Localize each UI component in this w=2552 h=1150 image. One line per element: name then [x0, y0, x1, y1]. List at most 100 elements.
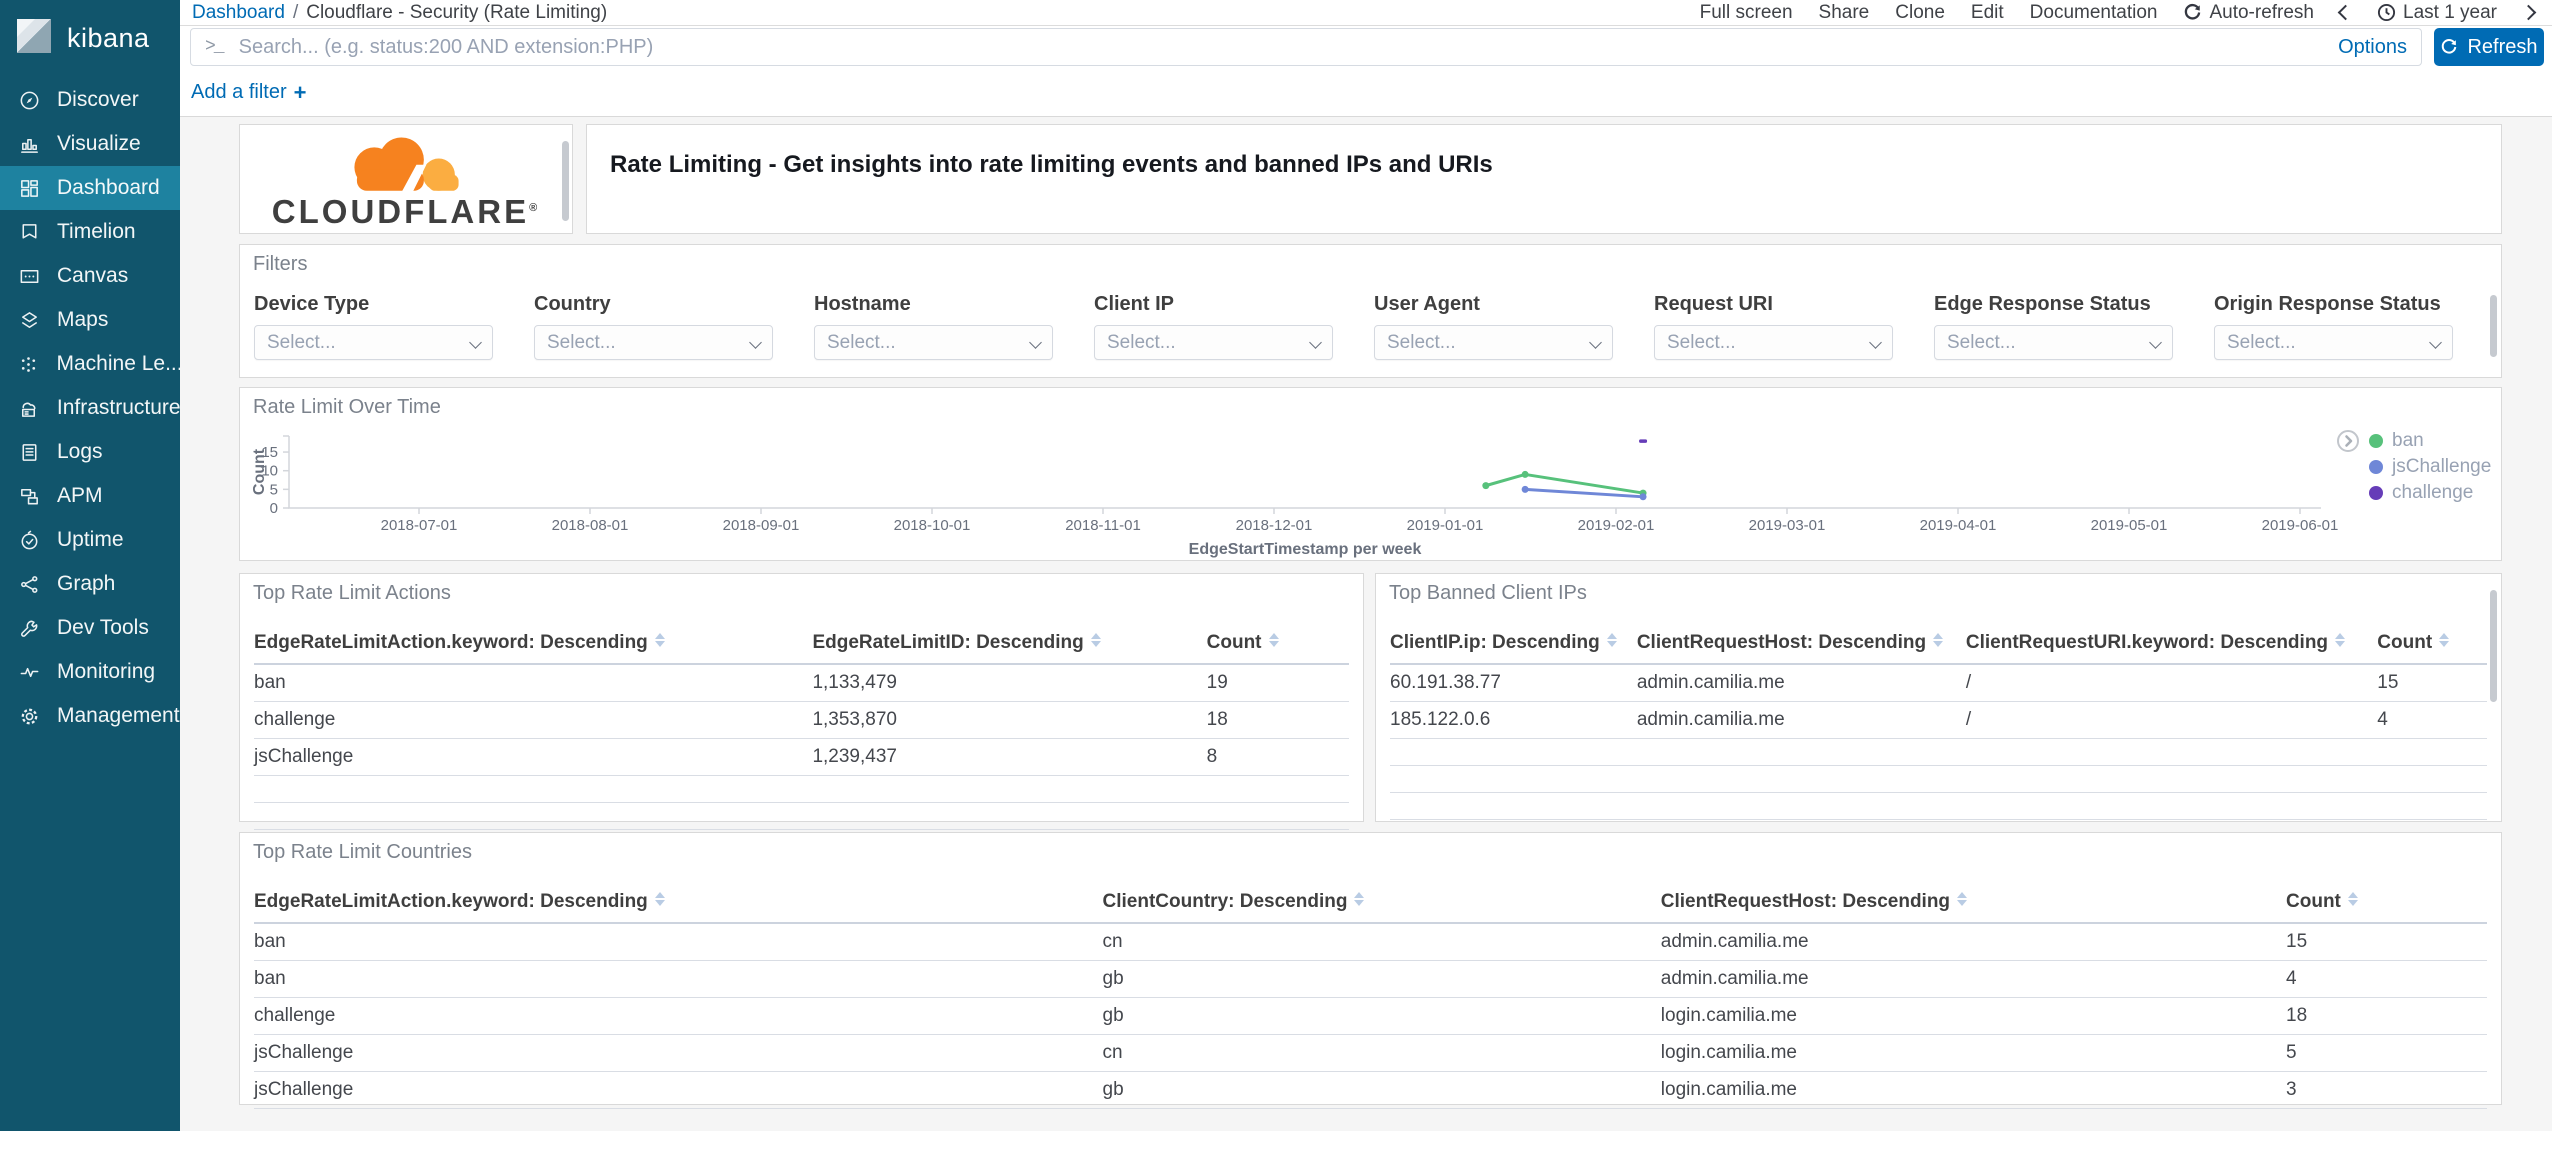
canvas-icon	[17, 264, 41, 288]
full-screen-menu-item[interactable]: Full screen	[1700, 2, 1793, 24]
column-header-count[interactable]: Count	[2286, 883, 2487, 924]
filter-select-client-ip[interactable]: Select...	[1094, 325, 1333, 360]
svg-text:2018-07-01: 2018-07-01	[381, 517, 458, 534]
column-header-label: Count	[2286, 891, 2341, 912]
options-link[interactable]: Options	[2338, 36, 2407, 59]
kibana-logo[interactable]: kibana	[0, 0, 180, 64]
table-cell: 15	[2286, 923, 2487, 961]
legend-item-jschallenge[interactable]: jsChallenge	[2336, 454, 2491, 480]
table-cell: admin.camilia.me	[1636, 664, 1966, 702]
sidebar-item-timelion[interactable]: Timelion	[0, 210, 180, 254]
sidebar-item-apm[interactable]: APM	[0, 474, 180, 518]
clone-menu-item[interactable]: Clone	[1895, 2, 1945, 24]
column-header-clientip-ip[interactable]: ClientIP.ip: Descending	[1390, 624, 1637, 665]
time-range-label: Last 1 year	[2403, 1, 2497, 23]
sidebar-item-label: Graph	[57, 572, 116, 595]
column-header-clientrequesthost[interactable]: ClientRequestHost: Descending	[1660, 883, 2287, 924]
time-range-picker[interactable]: Last 1 year	[2377, 2, 2497, 24]
column-header-clientrequesthost[interactable]: ClientRequestHost: Descending	[1636, 624, 1966, 665]
sort-icon	[1090, 633, 1101, 647]
empty-table-row	[1390, 765, 2487, 793]
add-filter-link[interactable]: Add a filter +	[191, 80, 306, 106]
column-header-clientcountry[interactable]: ClientCountry: Descending	[1102, 883, 1661, 924]
filter-label: Country	[534, 293, 611, 315]
filter-select-user-agent[interactable]: Select...	[1374, 325, 1613, 360]
filter-field-hostname: Hostname Select...	[814, 293, 1053, 360]
sidebar-item-dashboard[interactable]: Dashboard	[0, 166, 180, 210]
select-placeholder: Select...	[1947, 331, 2016, 353]
svg-text:2018-09-01: 2018-09-01	[723, 517, 800, 534]
table-cell: challenge	[254, 701, 813, 739]
table-cell: 1,353,870	[812, 701, 1207, 739]
rate-limit-over-time-chart[interactable]: 0510152018-07-01 2018-08-01 2018-09-01 2018…	[240, 388, 2503, 562]
legend-item-challenge[interactable]: challenge	[2336, 480, 2491, 506]
chevron-down-icon	[1029, 336, 1042, 349]
table-cell: 4	[2286, 960, 2487, 998]
sidebar-item-visualize[interactable]: Visualize	[0, 122, 180, 166]
sidebar-item-machine-le[interactable]: Machine Le...	[0, 342, 180, 386]
scrollbar-thumb[interactable]	[562, 141, 569, 221]
share-menu-item[interactable]: Share	[1819, 2, 1870, 24]
search-input[interactable]	[238, 35, 2327, 59]
column-header-edgeratelimitid[interactable]: EdgeRateLimitID: Descending	[812, 624, 1207, 665]
table-cell: gb	[1102, 960, 1661, 998]
sidebar-item-dev-tools[interactable]: Dev Tools	[0, 606, 180, 650]
sort-icon	[1957, 892, 1968, 906]
breadcrumb-dashboard-link[interactable]: Dashboard	[192, 2, 285, 24]
table-cell: 1,133,479	[812, 664, 1207, 702]
menu-items: Full screen Share Clone Edit Documentation	[1700, 2, 2158, 24]
column-header-count[interactable]: Count	[2377, 624, 2487, 665]
sidebar-item-logs[interactable]: Logs	[0, 430, 180, 474]
panel-title: Top Banned Client IPs	[1389, 582, 1587, 604]
filter-select-edge-response-status[interactable]: Select...	[1934, 325, 2173, 360]
filter-select-device-type[interactable]: Select...	[254, 325, 493, 360]
auto-refresh-button[interactable]: Auto-refresh	[2183, 2, 2314, 24]
breadcrumb-current: Cloudflare - Security (Rate Limiting)	[306, 1, 608, 23]
svg-text:0: 0	[270, 500, 278, 517]
refresh-button[interactable]: Refresh	[2434, 28, 2544, 66]
empty-table-row	[1390, 792, 2487, 820]
documentation-menu-item[interactable]: Documentation	[2030, 2, 2158, 24]
table-cell: 15	[2377, 664, 2487, 702]
sidebar-item-uptime[interactable]: Uptime	[0, 518, 180, 562]
filter-select-request-uri[interactable]: Select...	[1654, 325, 1893, 360]
scrollbar-thumb[interactable]	[2490, 590, 2497, 702]
scrollbar-thumb[interactable]	[2490, 295, 2497, 357]
breadcrumb-separator: /	[292, 1, 299, 23]
column-header-count[interactable]: Count	[1206, 624, 1349, 665]
table-row: 60.191.38.77 admin.camilia.me/15	[1390, 664, 2487, 702]
dashboard-menu: Full screen Share Clone Edit Documentation A…	[1700, 2, 2540, 24]
cloudflare-logo-panel: CLOUDFLARE®	[239, 124, 573, 234]
column-header-clientrequesturi-keyword[interactable]: ClientRequestURI.keyword: Descending	[1965, 624, 2378, 665]
sidebar-item-infrastructure[interactable]: Infrastructure	[0, 386, 180, 430]
table-cell: login.camilia.me	[1660, 1034, 2287, 1072]
sidebar-item-canvas[interactable]: Canvas	[0, 254, 180, 298]
sidebar-item-graph[interactable]: Graph	[0, 562, 180, 606]
sidebar: kibana Discover Visualize Dashboard Timelio…	[0, 0, 180, 1131]
sidebar-item-management[interactable]: Management	[0, 694, 180, 738]
filter-select-origin-response-status[interactable]: Select...	[2214, 325, 2453, 360]
sidebar-item-maps[interactable]: Maps	[0, 298, 180, 342]
kibana-logo-icon	[15, 17, 53, 60]
sidebar-item-discover[interactable]: Discover	[0, 78, 180, 122]
column-header-edgeratelimitaction-keyword[interactable]: EdgeRateLimitAction.keyword: Descending	[254, 624, 813, 665]
sort-icon	[1933, 633, 1944, 647]
top-rate-limit-countries-panel: Top Rate Limit Countries EdgeRateLimitAc…	[239, 832, 2502, 1109]
filter-label: Client IP	[1094, 293, 1175, 315]
svg-text:Count: Count	[251, 448, 268, 495]
filter-select-country[interactable]: Select...	[534, 325, 773, 360]
filter-select-hostname[interactable]: Select...	[814, 325, 1053, 360]
breadcrumb-row: Dashboard / Cloudflare - Security (Rate …	[180, 0, 2552, 26]
app-name: kibana	[67, 23, 150, 53]
top-bar: Dashboard / Cloudflare - Security (Rate …	[180, 0, 2552, 117]
edit-menu-item[interactable]: Edit	[1971, 2, 2004, 24]
filter-label: Origin Response Status	[2214, 293, 2441, 315]
column-header-label: Count	[1206, 632, 1262, 653]
column-header-edgeratelimitaction-keyword[interactable]: EdgeRateLimitAction.keyword: Descending	[254, 883, 1103, 924]
time-previous-chevron-icon[interactable]	[2337, 4, 2354, 21]
legend-item-ban[interactable]: ban	[2336, 428, 2491, 454]
time-next-chevron-icon[interactable]	[2520, 4, 2537, 21]
legend-expand-chevron-icon[interactable]	[2336, 429, 2360, 453]
sidebar-item-monitoring[interactable]: Monitoring	[0, 650, 180, 694]
legend-color-dot	[2369, 460, 2383, 474]
